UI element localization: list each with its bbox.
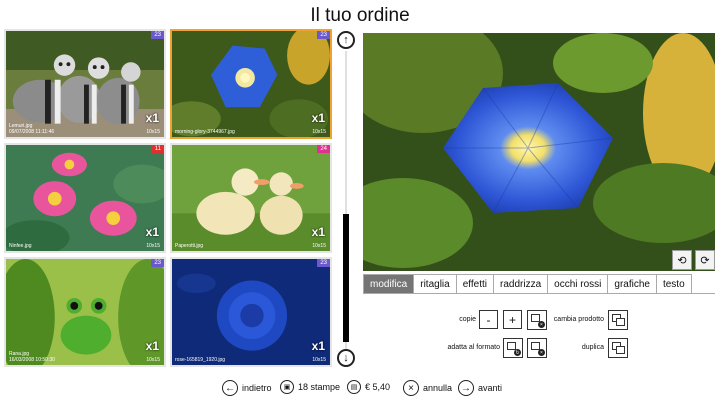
photo-size: 10x15 bbox=[146, 129, 160, 135]
cancel-button[interactable]: × annulla bbox=[403, 380, 452, 396]
fit-to-format-label: adatta al formato bbox=[447, 344, 500, 351]
photo-size: 10x15 bbox=[146, 357, 160, 363]
photo-filename: Ninfee.jpg bbox=[9, 243, 32, 249]
footer-bar: ← indietro ▣ 18 stampe ▤ € 5,40 × annull… bbox=[0, 378, 720, 400]
photo-count-badge: 23 bbox=[151, 259, 164, 267]
tab-grafiche[interactable]: grafiche bbox=[608, 275, 657, 294]
photo-thumbnail-morning-glory[interactable]: 23 morning-glory-3744967.jpg x1 10x15 bbox=[170, 29, 332, 139]
photo-quantity: x1 bbox=[311, 225, 325, 239]
photo-size: 10x15 bbox=[312, 357, 326, 363]
photo-quantity: x1 bbox=[145, 111, 159, 125]
duplicate-label: duplica bbox=[581, 344, 604, 351]
photo-filename: rose-165819_1920.jpg bbox=[175, 357, 226, 363]
photo-count-badge: 23 bbox=[317, 259, 330, 267]
close-icon: × bbox=[403, 380, 419, 396]
photo-count-badge: 23 bbox=[151, 31, 164, 39]
preview-image bbox=[363, 33, 715, 271]
increase-copies-button[interactable]: + bbox=[503, 310, 522, 329]
photo-thumbnail-paperotti[interactable]: 24 Paperotti.jpg x1 10x15 bbox=[170, 143, 332, 253]
tab-modifica[interactable]: modifica bbox=[364, 275, 415, 294]
blue-rose-photo bbox=[172, 259, 330, 365]
water-lilies-photo bbox=[6, 145, 164, 251]
scroll-up-icon[interactable]: ↑ bbox=[337, 31, 355, 49]
order-total: ▤ € 5,40 bbox=[347, 380, 390, 394]
edit-tabs: modifica ritaglia effetti raddrizza occh… bbox=[363, 274, 692, 294]
prints-icon: ▣ bbox=[280, 380, 294, 394]
forward-button[interactable]: → avanti bbox=[458, 380, 502, 396]
price-label: € 5,40 bbox=[365, 382, 391, 392]
photo-size: 10x15 bbox=[312, 129, 326, 135]
tab-divider bbox=[363, 293, 715, 294]
photo-thumbnail-rana[interactable]: 23 Rana.jpg 16/03/2008 10:50:30 x1 10x15 bbox=[4, 257, 166, 367]
photo-preview bbox=[363, 33, 715, 271]
scroll-down-icon[interactable]: ↓ bbox=[337, 349, 355, 367]
photo-filename: Lemuri.jpg 09/07/2008 11:11:46 bbox=[9, 123, 55, 135]
photo-count-badge: 24 bbox=[317, 145, 330, 153]
price-icon: ▤ bbox=[347, 380, 361, 394]
change-product-icon[interactable] bbox=[608, 310, 628, 330]
photo-thumbnail-lemuri[interactable]: 23 Lemuri.jpg 09/07/2008 11:11:46 x1 10x1… bbox=[4, 29, 166, 139]
fit-to-format-alt-icon[interactable]: × bbox=[527, 338, 547, 358]
tab-occhi-rossi[interactable]: occhi rossi bbox=[548, 275, 609, 294]
change-product-label: cambia prodotto bbox=[553, 316, 604, 323]
scroll-thumb[interactable] bbox=[343, 214, 349, 342]
tab-ritaglia[interactable]: ritaglia bbox=[414, 275, 457, 294]
back-label: indietro bbox=[242, 383, 272, 393]
photo-quantity: x1 bbox=[145, 225, 159, 239]
photo-filename: morning-glory-3744967.jpg bbox=[175, 129, 235, 135]
copies-label: copie bbox=[459, 316, 476, 323]
photo-grid: 23 Lemuri.jpg 09/07/2008 11:11:46 x1 10x1… bbox=[4, 29, 334, 369]
tab-testo[interactable]: testo bbox=[656, 275, 691, 294]
tab-effetti[interactable]: effetti bbox=[456, 275, 494, 294]
photo-thumbnail-ninfee[interactable]: 11 Ninfee.jpg x1 10x15 bbox=[4, 143, 166, 253]
ducklings-photo bbox=[172, 145, 330, 251]
photo-filename: Rana.jpg 16/03/2008 10:50:30 bbox=[9, 351, 55, 363]
prints-label: 18 stampe bbox=[298, 382, 341, 392]
cancel-label: annulla bbox=[423, 383, 453, 393]
photo-filename: Paperotti.jpg bbox=[175, 243, 204, 249]
photo-size: 10x15 bbox=[312, 243, 326, 249]
duplicate-icon[interactable] bbox=[608, 338, 628, 358]
photo-thumbnail-rose[interactable]: 23 rose-165819_1920.jpg x1 10x15 bbox=[170, 257, 332, 367]
photo-quantity: x1 bbox=[145, 339, 159, 353]
tab-raddrizza[interactable]: raddrizza bbox=[494, 275, 549, 294]
photo-size: 10x15 bbox=[146, 243, 160, 249]
rotate-right-icon[interactable]: ⟳ bbox=[695, 250, 715, 270]
photo-count-badge: 11 bbox=[151, 145, 164, 153]
photo-count-badge: 23 bbox=[317, 31, 330, 39]
rotate-left-icon[interactable]: ⟲ bbox=[672, 250, 692, 270]
morning-glory-photo bbox=[172, 31, 330, 137]
fit-to-format-icon[interactable]: ↻ bbox=[503, 338, 523, 358]
forward-label: avanti bbox=[478, 383, 503, 393]
thumbnail-scrollbar[interactable]: ↑ ↓ bbox=[335, 29, 357, 369]
prints-count: ▣ 18 stampe bbox=[280, 380, 340, 394]
decrease-copies-button[interactable]: - bbox=[479, 310, 498, 329]
photo-quantity: x1 bbox=[311, 339, 325, 353]
arrow-right-icon: → bbox=[458, 380, 474, 396]
photo-quantity: x1 bbox=[311, 111, 325, 125]
back-button[interactable]: ← indietro bbox=[222, 380, 272, 396]
arrow-left-icon: ← bbox=[222, 380, 238, 396]
page-title: Il tuo ordine bbox=[310, 5, 410, 26]
